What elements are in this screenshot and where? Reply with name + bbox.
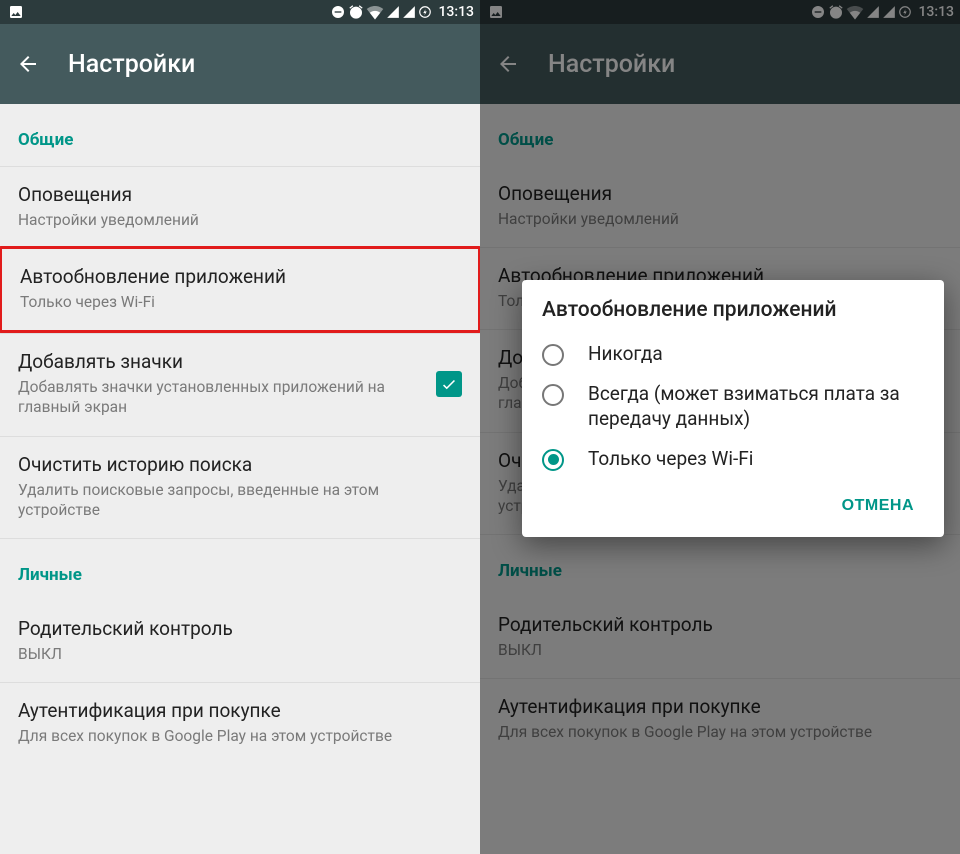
app-bar: Настройки	[0, 24, 480, 104]
status-bar: 13:13	[0, 0, 480, 24]
row-subtitle: Настройки уведомлений	[18, 210, 462, 230]
section-personal-label: Личные	[0, 539, 480, 601]
checkbox-checked-icon[interactable]	[436, 371, 462, 397]
row-auth[interactable]: Аутентификация при покупке Для всех поку…	[0, 682, 480, 764]
back-button[interactable]	[16, 52, 40, 76]
row-subtitle: Удалить поисковые запросы, введенные на …	[18, 480, 462, 520]
radio-checked-icon	[542, 449, 564, 471]
radio-unchecked-icon	[542, 384, 564, 406]
page-title: Настройки	[68, 50, 195, 79]
row-subtitle: Для всех покупок в Google Play на этом у…	[18, 726, 462, 746]
alarm-icon	[348, 4, 364, 20]
row-clear-history[interactable]: Очистить историю поиска Удалить поисковы…	[0, 436, 480, 538]
option-label: Только через Wi-Fi	[588, 447, 753, 471]
right-phone: 13:13 Настройки Общие Оповещения Настрой…	[480, 0, 960, 854]
radio-unchecked-icon	[542, 344, 564, 366]
row-title: Родительский контроль	[18, 617, 462, 640]
row-subtitle: Только через Wi-Fi	[20, 292, 460, 312]
battery-icon	[418, 4, 432, 20]
row-parental[interactable]: Родительский контроль ВЫКЛ	[0, 601, 480, 682]
option-wifi[interactable]: Только через Wi-Fi	[536, 439, 930, 479]
option-never[interactable]: Никогда	[536, 334, 930, 374]
dnd-icon	[330, 4, 346, 20]
autoupdate-dialog: Автообновление приложений Никогда Всегда…	[522, 280, 944, 537]
row-title: Очистить историю поиска	[18, 453, 462, 476]
row-subtitle: Добавлять значки установленных приложени…	[18, 377, 424, 417]
wifi-icon	[366, 4, 384, 20]
row-add-icons[interactable]: Добавлять значки Добавлять значки устано…	[0, 333, 480, 435]
settings-list: Общие Оповещения Настройки уведомлений А…	[0, 104, 480, 854]
left-phone: 13:13 Настройки Общие Оповещения Настрой…	[0, 0, 480, 854]
picture-icon	[8, 4, 24, 20]
row-title: Автообновление приложений	[20, 265, 460, 288]
row-subtitle: ВЫКЛ	[18, 644, 462, 664]
option-label: Никогда	[588, 342, 663, 366]
option-always[interactable]: Всегда (может взиматься плата за передач…	[536, 374, 930, 439]
status-time: 13:13	[438, 4, 474, 20]
option-label: Всегда (может взиматься плата за передач…	[588, 382, 924, 431]
cancel-button[interactable]: ОТМЕНА	[832, 489, 924, 523]
row-title: Аутентификация при покупке	[18, 699, 462, 722]
section-general-label: Общие	[0, 104, 480, 166]
row-title: Оповещения	[18, 183, 462, 206]
row-notifications[interactable]: Оповещения Настройки уведомлений	[0, 166, 480, 248]
dialog-title: Автообновление приложений	[536, 298, 930, 322]
signal2-icon	[402, 5, 416, 19]
row-title: Добавлять значки	[18, 350, 424, 373]
row-autoupdate[interactable]: Автообновление приложений Только через W…	[0, 246, 480, 333]
signal1-icon	[386, 5, 400, 19]
